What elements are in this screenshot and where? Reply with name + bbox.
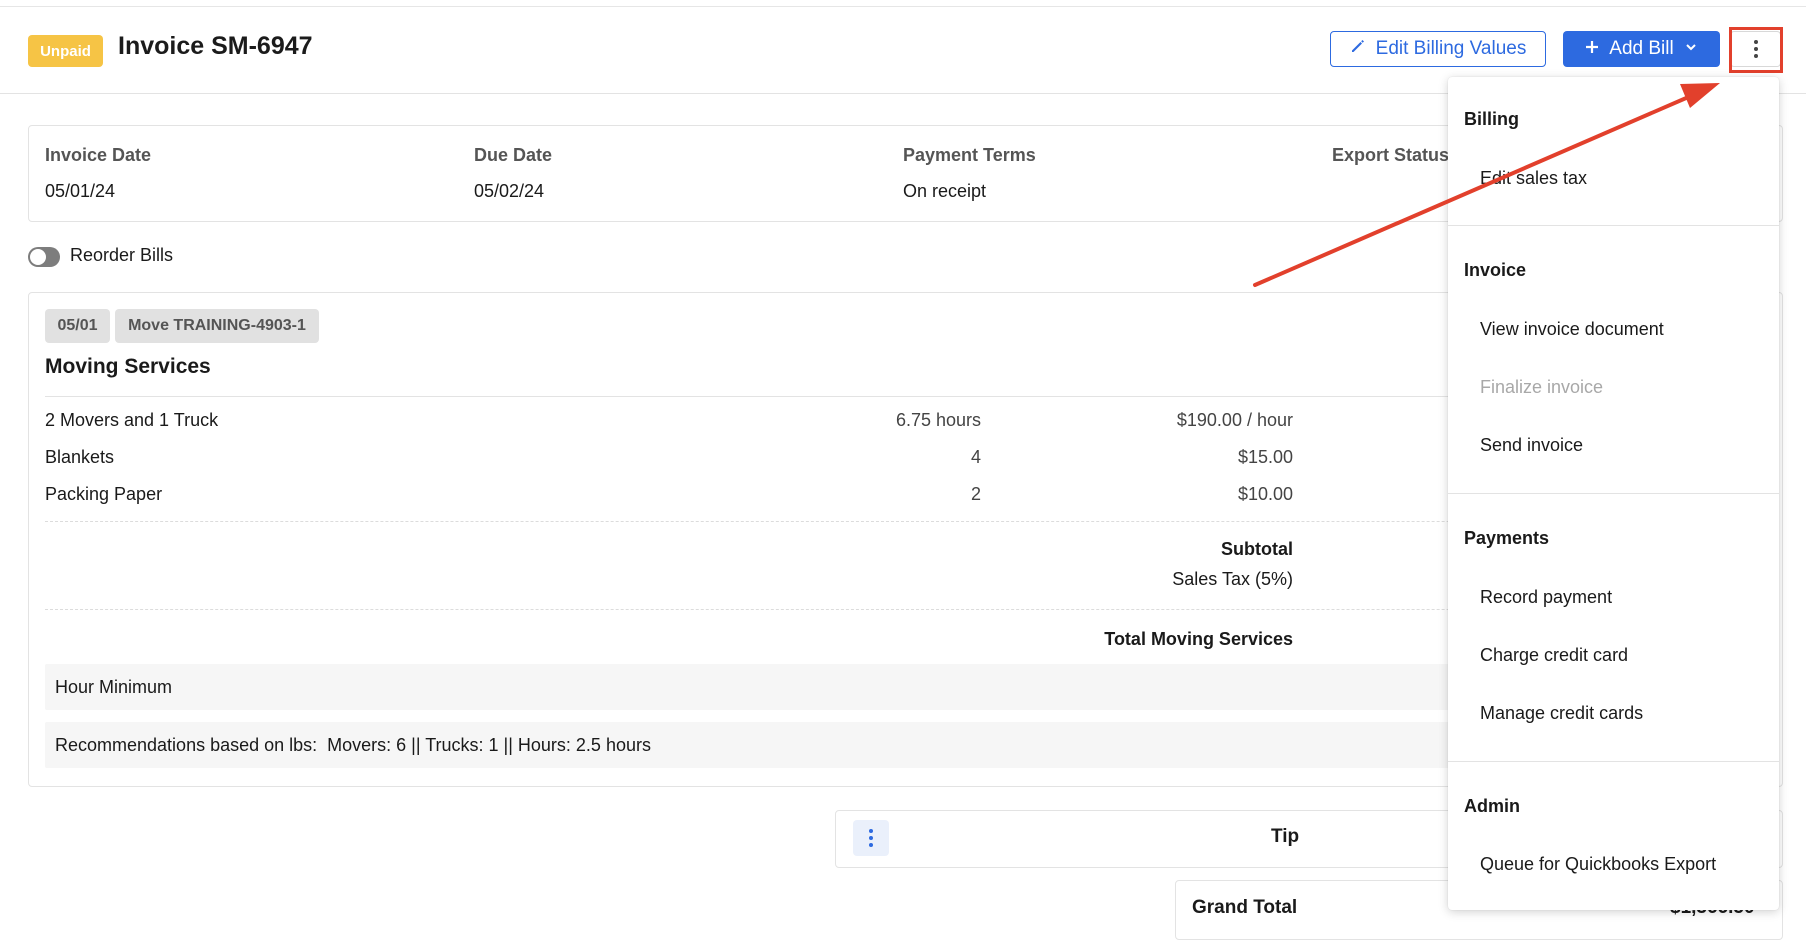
line-item-qty: 2 — [970, 484, 981, 504]
page-title: Invoice SM-6947 — [118, 32, 313, 60]
pencil-icon — [1350, 38, 1366, 60]
recommendation-text: Recommendations based on lbs: Movers: 6 … — [55, 735, 651, 755]
menu-heading-admin: Admin — [1464, 796, 1520, 816]
chevron-down-icon[interactable] — [1684, 38, 1698, 60]
payment-terms-label: Payment Terms — [903, 145, 1036, 165]
menu-item-record-payment[interactable]: Record payment — [1480, 587, 1612, 608]
menu-item-edit-sales-tax[interactable]: Edit sales tax — [1480, 168, 1587, 189]
menu-heading-invoice: Invoice — [1464, 260, 1527, 280]
plus-icon — [1585, 38, 1599, 60]
add-bill-label: Add Bill — [1609, 38, 1674, 59]
invoice-date-label: Invoice Date — [45, 145, 152, 165]
add-bill-button[interactable]: Add Bill — [1563, 31, 1720, 67]
reorder-bills-label: Reorder Bills — [70, 245, 174, 265]
line-item-rate: $10.00 — [1237, 484, 1293, 504]
menu-heading-billing: Billing — [1464, 109, 1519, 129]
line-item-qty: 4 — [970, 447, 981, 467]
line-item-rate: $190.00 / hour — [1176, 410, 1293, 430]
menu-item-charge-credit-card[interactable]: Charge credit card — [1480, 645, 1628, 666]
due-date-label: Due Date — [474, 145, 553, 165]
status-badge: Unpaid — [28, 35, 103, 67]
invoice-date-value: 05/01/24 — [45, 181, 116, 201]
menu-item-send-invoice[interactable]: Send invoice — [1480, 435, 1583, 456]
tip-label: Tip — [1271, 826, 1300, 847]
export-status-label: Export Status — [1332, 145, 1450, 165]
sales-tax-label: Sales Tax (5%) — [1172, 569, 1293, 589]
total-moving-services-label: Total Moving Services — [1104, 629, 1293, 649]
reorder-bills-toggle[interactable] — [28, 247, 60, 267]
bill-date-tag: 05/01 — [45, 309, 110, 343]
menu-item-view-invoice-document[interactable]: View invoice document — [1480, 319, 1664, 340]
move-tag[interactable]: Move TRAINING-4903-1 — [115, 309, 319, 343]
line-item-name: 2 Movers and 1 Truck — [45, 410, 219, 430]
menu-divider — [1448, 761, 1779, 762]
menu-item-finalize-invoice: Finalize invoice — [1480, 377, 1604, 397]
due-date-value: 05/02/24 — [474, 181, 545, 201]
menu-item-queue-quickbooks-export[interactable]: Queue for Quickbooks Export — [1480, 854, 1716, 875]
tip-options-button[interactable] — [853, 820, 889, 856]
payment-terms-value: On receipt — [903, 181, 987, 201]
edit-billing-values-button[interactable]: Edit Billing Values — [1330, 31, 1546, 67]
subtotal-label: Subtotal — [1221, 539, 1293, 559]
annotation-highlight-box — [1729, 27, 1783, 73]
hour-minimum-label: Hour Minimum — [55, 677, 173, 697]
line-item-qty: 6.75 hours — [895, 410, 981, 430]
edit-billing-values-label: Edit Billing Values — [1375, 38, 1527, 59]
menu-item-manage-credit-cards[interactable]: Manage credit cards — [1480, 703, 1643, 724]
line-item-name: Packing Paper — [45, 484, 163, 504]
menu-divider — [1448, 493, 1779, 494]
more-options-menu: Billing Edit sales tax Invoice View invo… — [1448, 77, 1779, 910]
bill-section-title: Moving Services — [45, 355, 211, 378]
kebab-icon — [869, 829, 873, 847]
line-item-name: Blankets — [45, 447, 115, 467]
menu-divider — [1448, 225, 1779, 226]
menu-heading-payments: Payments — [1464, 528, 1550, 548]
grand-total-label: Grand Total — [1192, 897, 1298, 918]
line-item-rate: $15.00 — [1237, 447, 1293, 467]
